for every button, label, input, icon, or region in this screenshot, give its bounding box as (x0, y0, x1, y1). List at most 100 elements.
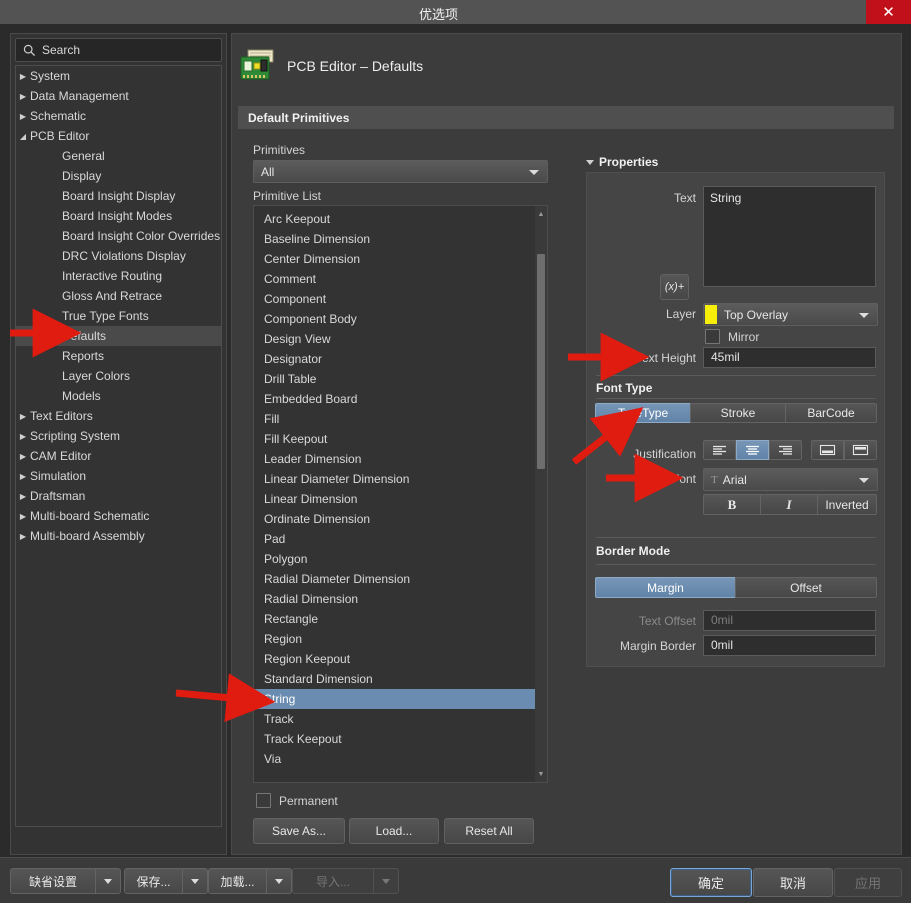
chevron-right-icon[interactable]: ▶ (16, 447, 30, 466)
font-type-truetype-button[interactable]: TrueType (595, 403, 691, 423)
chevron-down-icon[interactable]: ◢ (16, 127, 30, 146)
align-right-icon[interactable] (769, 440, 802, 460)
sidebar-item-data-management[interactable]: ▶Data Management (16, 86, 221, 106)
sidebar-item-cam-editor[interactable]: ▶CAM Editor (16, 446, 221, 466)
primitive-item-linear-dimension[interactable]: Linear Dimension (254, 489, 547, 509)
settings-tree[interactable]: ▶System▶Data Management▶Schematic◢PCB Ed… (15, 65, 222, 827)
sidebar-item-board-insight-display[interactable]: Board Insight Display (16, 186, 221, 206)
primitive-item-drill-table[interactable]: Drill Table (254, 369, 547, 389)
sidebar-item-defaults[interactable]: Defaults (16, 326, 221, 346)
primitive-item-string[interactable]: String (254, 689, 547, 709)
italic-button[interactable]: I (760, 494, 818, 515)
primitive-item-leader-dimension[interactable]: Leader Dimension (254, 449, 547, 469)
properties-header[interactable]: Properties (586, 155, 658, 169)
sidebar-item-system[interactable]: ▶System (16, 66, 221, 86)
primitive-item-track-keepout[interactable]: Track Keepout (254, 729, 547, 749)
footer-load-caret[interactable] (266, 868, 292, 894)
footer-save-caret[interactable] (182, 868, 208, 894)
sidebar-item-board-insight-modes[interactable]: Board Insight Modes (16, 206, 221, 226)
primitive-item-radial-dimension[interactable]: Radial Dimension (254, 589, 547, 609)
primitive-item-baseline-dimension[interactable]: Baseline Dimension (254, 229, 547, 249)
footer-save-button[interactable]: 保存... (124, 868, 182, 894)
ok-button[interactable]: 确定 (670, 868, 752, 897)
close-icon[interactable]: ✕ (866, 0, 911, 24)
primitive-item-region[interactable]: Region (254, 629, 547, 649)
sidebar-item-drc-violations-display[interactable]: DRC Violations Display (16, 246, 221, 266)
primitive-item-arc-keepout[interactable]: Arc Keepout (254, 209, 547, 229)
footer-save-split-button[interactable]: 保存... (124, 868, 208, 894)
sidebar-item-multi-board-assembly[interactable]: ▶Multi-board Assembly (16, 526, 221, 546)
load-button[interactable]: Load... (349, 818, 439, 844)
border-mode-offset-button[interactable]: Offset (735, 577, 877, 598)
sidebar-item-reports[interactable]: Reports (16, 346, 221, 366)
chevron-right-icon[interactable]: ▶ (16, 67, 30, 86)
primitive-list[interactable]: Arc KeepoutBaseline DimensionCenter Dime… (253, 205, 548, 783)
chevron-right-icon[interactable]: ▶ (16, 87, 30, 106)
sidebar-item-pcb-editor[interactable]: ◢PCB Editor (16, 126, 221, 146)
sidebar-item-draftsman[interactable]: ▶Draftsman (16, 486, 221, 506)
font-dropdown[interactable]: T Arial (703, 468, 878, 491)
align-center-icon[interactable] (736, 440, 769, 460)
align-left-icon[interactable] (703, 440, 736, 460)
justification-vertical-group[interactable] (811, 440, 877, 460)
collapse-triangle-icon[interactable] (586, 160, 594, 165)
primitive-item-standard-dimension[interactable]: Standard Dimension (254, 669, 547, 689)
sidebar-item-simulation[interactable]: ▶Simulation (16, 466, 221, 486)
font-type-stroke-button[interactable]: Stroke (690, 403, 786, 423)
primitive-item-rectangle[interactable]: Rectangle (254, 609, 547, 629)
chevron-right-icon[interactable]: ▶ (16, 407, 30, 426)
inverted-button[interactable]: Inverted (817, 494, 877, 515)
text-field[interactable]: String (703, 186, 876, 287)
chevron-right-icon[interactable]: ▶ (16, 427, 30, 446)
sidebar-item-board-insight-color-overrides[interactable]: Board Insight Color Overrides (16, 226, 221, 246)
primitive-item-embedded-board[interactable]: Embedded Board (254, 389, 547, 409)
chevron-right-icon[interactable]: ▶ (16, 487, 30, 506)
primitives-filter-dropdown[interactable]: All (253, 160, 548, 183)
primitive-item-region-keepout[interactable]: Region Keepout (254, 649, 547, 669)
sidebar-item-scripting-system[interactable]: ▶Scripting System (16, 426, 221, 446)
layer-dropdown[interactable]: Top Overlay (703, 303, 878, 326)
sidebar-item-general[interactable]: General (16, 146, 221, 166)
primitive-item-design-view[interactable]: Design View (254, 329, 547, 349)
sidebar-item-display[interactable]: Display (16, 166, 221, 186)
chevron-right-icon[interactable]: ▶ (16, 107, 30, 126)
primitive-item-ordinate-dimension[interactable]: Ordinate Dimension (254, 509, 547, 529)
primitive-item-radial-diameter-dimension[interactable]: Radial Diameter Dimension (254, 569, 547, 589)
sidebar-item-schematic[interactable]: ▶Schematic (16, 106, 221, 126)
sidebar-item-true-type-fonts[interactable]: True Type Fonts (16, 306, 221, 326)
sidebar-item-interactive-routing[interactable]: Interactive Routing (16, 266, 221, 286)
primitive-item-component-body[interactable]: Component Body (254, 309, 547, 329)
sidebar-item-layer-colors[interactable]: Layer Colors (16, 366, 221, 386)
footer-load-split-button[interactable]: 加载... (208, 868, 292, 894)
text-height-field[interactable]: 45mil (703, 347, 876, 368)
sidebar-item-models[interactable]: Models (16, 386, 221, 406)
primitive-list-scrollbar[interactable]: ▲ ▼ (535, 206, 547, 782)
scroll-down-icon[interactable]: ▼ (535, 768, 547, 780)
border-mode-margin-button[interactable]: Margin (595, 577, 736, 598)
sidebar-item-text-editors[interactable]: ▶Text Editors (16, 406, 221, 426)
primitive-item-center-dimension[interactable]: Center Dimension (254, 249, 547, 269)
sidebar-item-gloss-and-retrace[interactable]: Gloss And Retrace (16, 286, 221, 306)
mirror-checkbox[interactable] (705, 329, 720, 344)
cancel-button[interactable]: 取消 (753, 868, 833, 897)
permanent-checkbox[interactable] (256, 793, 271, 808)
scroll-up-icon[interactable]: ▲ (535, 208, 547, 220)
chevron-right-icon[interactable]: ▶ (16, 467, 30, 486)
primitive-item-polygon[interactable]: Polygon (254, 549, 547, 569)
search-input[interactable]: Search (15, 38, 222, 62)
align-top-icon[interactable] (844, 440, 877, 460)
chevron-right-icon[interactable]: ▶ (16, 527, 30, 546)
margin-border-field[interactable]: 0mil (703, 635, 876, 656)
scrollbar-thumb[interactable] (537, 254, 545, 469)
align-bottom-icon[interactable] (811, 440, 844, 460)
save-as-button[interactable]: Save As... (253, 818, 345, 844)
sidebar-item-multi-board-schematic[interactable]: ▶Multi-board Schematic (16, 506, 221, 526)
primitive-item-fill[interactable]: Fill (254, 409, 547, 429)
footer-load-button[interactable]: 加载... (208, 868, 266, 894)
mirror-checkbox-row[interactable]: Mirror (705, 329, 759, 344)
footer-defaults-button[interactable]: 缺省设置 (10, 868, 95, 894)
primitive-item-via[interactable]: Via (254, 749, 547, 769)
primitive-item-comment[interactable]: Comment (254, 269, 547, 289)
font-type-barcode-button[interactable]: BarCode (785, 403, 877, 423)
add-parameter-icon[interactable]: (x)+ (660, 274, 689, 300)
